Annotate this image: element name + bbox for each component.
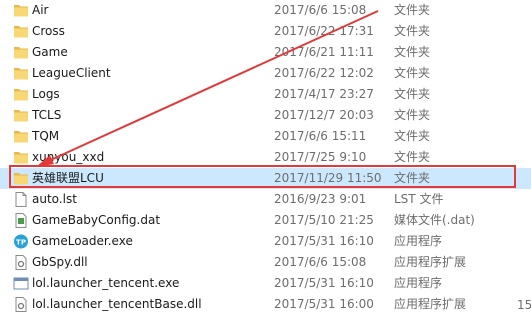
folder-icon xyxy=(13,105,29,126)
file-type: 应用程序 xyxy=(394,276,443,290)
file-date: 2017/6/6 15:08 xyxy=(274,3,367,17)
file-row[interactable]: GbSpy.dll 2017/6/6 15:08 应用程序扩展 xyxy=(0,252,531,273)
file-date: 2017/6/22 12:02 xyxy=(274,66,374,80)
truncated-size-text: 15 xyxy=(517,298,531,312)
app-exe-icon: TP xyxy=(13,231,29,252)
file-date: 2017/5/31 16:00 xyxy=(274,297,374,311)
file-row[interactable]: lol.launcher_tencentBase.dll 2017/5/31 16… xyxy=(0,294,531,315)
file-row[interactable]: TQM 2017/6/6 15:11 文件夹 xyxy=(0,126,531,147)
file-row[interactable]: Air 2017/6/6 15:08 文件夹 xyxy=(0,0,531,21)
file-name: GbSpy.dll xyxy=(32,255,88,269)
file-row[interactable]: Logs 2017/4/17 23:27 文件夹 xyxy=(0,84,531,105)
dll-icon xyxy=(13,252,29,273)
file-icon xyxy=(13,189,29,210)
file-row[interactable]: xunyou_xxd 2017/7/25 9:10 文件夹 xyxy=(0,147,531,168)
file-date: 2017/5/31 16:10 xyxy=(274,276,374,290)
file-row[interactable]: 英雄联盟LCU 2017/11/29 11:50 文件夹 xyxy=(0,168,531,189)
file-row[interactable]: LeagueClient 2017/6/22 12:02 文件夹 xyxy=(0,63,531,84)
file-date: 2017/12/7 20:03 xyxy=(274,108,374,122)
file-type: 文件夹 xyxy=(394,45,431,59)
file-name: Air xyxy=(32,3,49,17)
file-name: 英雄联盟LCU xyxy=(32,171,104,185)
file-name: lol.launcher_tencentBase.dll xyxy=(32,297,202,311)
file-row[interactable]: TP GameLoader.exe 2017/5/31 16:10 应用程序 xyxy=(0,231,531,252)
dll-icon xyxy=(13,294,29,315)
file-name: lol.launcher_tencent.exe xyxy=(32,276,180,290)
file-name: GameLoader.exe xyxy=(32,234,133,248)
file-date: 2017/7/25 9:10 xyxy=(274,150,367,164)
file-row[interactable]: lol.launcher_tencent.exe 2017/5/31 16:10 应… xyxy=(0,273,531,294)
file-date: 2017/6/6 15:11 xyxy=(274,129,367,143)
file-type: 应用程序 xyxy=(394,234,443,248)
file-type: LST 文件 xyxy=(394,192,444,206)
folder-icon xyxy=(13,147,29,168)
file-date: 2017/6/21 11:11 xyxy=(274,45,374,59)
file-type: 文件夹 xyxy=(394,108,431,122)
file-row[interactable]: Game 2017/6/21 11:11 文件夹 xyxy=(0,42,531,63)
file-type: 文件夹 xyxy=(394,3,431,17)
file-type: 文件夹 xyxy=(394,87,431,101)
file-row[interactable]: TCLS 2017/12/7 20:03 文件夹 xyxy=(0,105,531,126)
svg-text:TP: TP xyxy=(16,239,26,247)
file-date: 2017/5/10 21:25 xyxy=(274,213,374,227)
file-date: 2017/6/22 17:31 xyxy=(274,24,374,38)
file-date: 2016/9/23 9:01 xyxy=(274,192,367,206)
file-row[interactable]: auto.lst 2016/9/23 9:01 LST 文件 xyxy=(0,189,531,210)
folder-icon xyxy=(13,84,29,105)
file-name: LeagueClient xyxy=(32,66,111,80)
file-date: 2017/4/17 23:27 xyxy=(274,87,374,101)
file-type: 应用程序扩展 xyxy=(394,255,467,269)
file-type: 应用程序扩展 xyxy=(394,297,467,311)
file-date: 2017/6/6 15:08 xyxy=(274,255,367,269)
folder-icon xyxy=(13,168,29,189)
file-date: 2017/11/29 11:50 xyxy=(274,171,382,185)
file-type: 媒体文件(.dat) xyxy=(394,213,475,227)
file-name: xunyou_xxd xyxy=(32,150,105,164)
file-type: 文件夹 xyxy=(394,24,431,38)
file-type: 文件夹 xyxy=(394,66,431,80)
file-type: 文件夹 xyxy=(394,150,431,164)
file-name: Logs xyxy=(32,87,60,101)
file-date: 2017/5/31 16:10 xyxy=(274,234,374,248)
file-name: Game xyxy=(32,45,68,59)
folder-icon xyxy=(13,21,29,42)
folder-icon xyxy=(13,42,29,63)
file-name: TCLS xyxy=(32,108,62,122)
folder-icon xyxy=(13,63,29,84)
folder-icon xyxy=(13,126,29,147)
file-name: GameBabyConfig.dat xyxy=(32,213,161,227)
file-row[interactable]: GameBabyConfig.dat 2017/5/10 21:25 媒体文件(.d… xyxy=(0,210,531,231)
file-row[interactable]: Cross 2017/6/22 17:31 文件夹 xyxy=(0,21,531,42)
window-exe-icon xyxy=(13,273,29,294)
file-type: 文件夹 xyxy=(394,129,431,143)
file-name: Cross xyxy=(32,24,65,38)
file-type: 文件夹 xyxy=(394,171,431,185)
media-file-icon xyxy=(13,210,29,231)
file-name: auto.lst xyxy=(32,192,77,206)
file-name: TQM xyxy=(32,129,60,143)
folder-icon xyxy=(13,0,29,21)
